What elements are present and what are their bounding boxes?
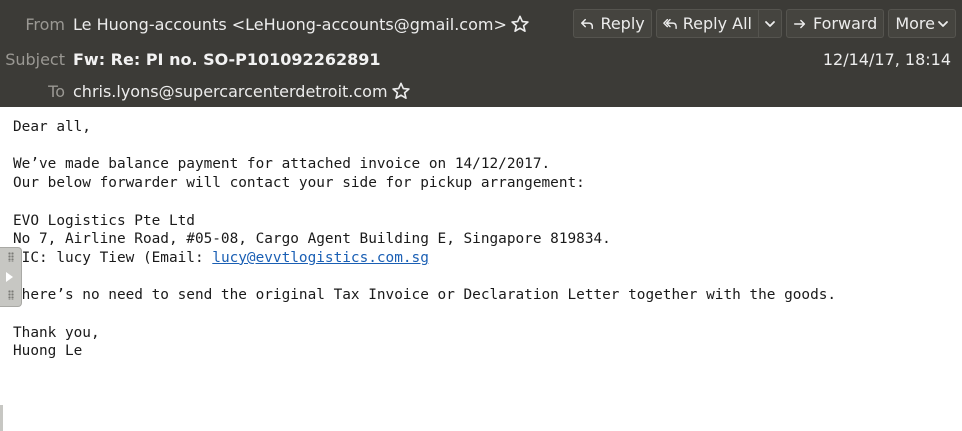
edge-strip [0,405,3,431]
body-line: No 7, Airline Road, #05-08, Cargo Agent … [13,231,611,248]
to-label: To [48,81,65,101]
message-header: From Le Huong-accounts <LeHuong-accounts… [0,0,962,107]
body-line: EVO Logistics Pte Ltd [13,212,195,229]
subject-text: Fw: Re: PI no. SO-P101092262891 [73,49,381,69]
reply-all-dropdown[interactable] [758,9,782,38]
reply-button[interactable]: Reply [573,9,652,38]
email-link[interactable]: lucy@evvtlogistics.com.sg [212,250,429,266]
grip-icon [8,252,14,262]
star-icon[interactable] [391,82,410,100]
from-label: From [25,14,65,34]
from-address[interactable]: Le Huong-accounts <LeHuong-accounts@gmai… [73,15,507,34]
body-signature: Huong Le [13,343,83,360]
message-body: Dear all, We’ve made balance payment for… [13,118,953,361]
reply-arrow-icon [581,18,594,29]
reply-label: Reply [600,14,645,33]
body-line: PIC: lucy Tiew (Email: [13,249,213,266]
reply-all-button[interactable]: Reply All [655,9,759,38]
reply-all-arrow-icon [662,18,677,29]
body-line: Our below forwarder will contact your si… [13,175,585,192]
reply-all-split: Reply All [655,9,782,38]
forward-button[interactable]: Forward [785,9,885,38]
reply-all-label: Reply All [682,14,752,33]
subject-row: Subject Fw: Re: PI no. SO-P101092262891 [0,44,380,74]
chevron-down-icon [938,20,948,27]
expand-arrow-icon [6,272,13,282]
from-row: From Le Huong-accounts <LeHuong-accounts… [0,9,529,39]
more-label: More [895,14,935,33]
to-address[interactable]: chris.lyons@supercarcenterdetroit.com [73,82,388,101]
more-button[interactable]: More [888,9,956,38]
body-line: We’ve made balance payment for attached … [13,156,551,173]
forward-label: Forward [812,14,878,33]
sidebar-toggle-handle[interactable] [0,247,22,307]
grip-icon [8,290,14,300]
header-toolbar: Reply Reply All Forward More [573,9,956,38]
body-greeting: Dear all, [13,119,91,135]
body-line: There’s no need to send the original Tax… [13,287,837,304]
star-icon[interactable] [511,15,529,33]
body-signoff: Thank you, [13,324,100,341]
message-date: 12/14/17, 18:14 [822,49,951,69]
subject-label: Subject [5,49,65,69]
forward-arrow-icon [793,19,806,28]
to-row: To chris.lyons@supercarcenterdetroit.com [0,76,410,106]
chevron-down-icon [765,20,775,27]
